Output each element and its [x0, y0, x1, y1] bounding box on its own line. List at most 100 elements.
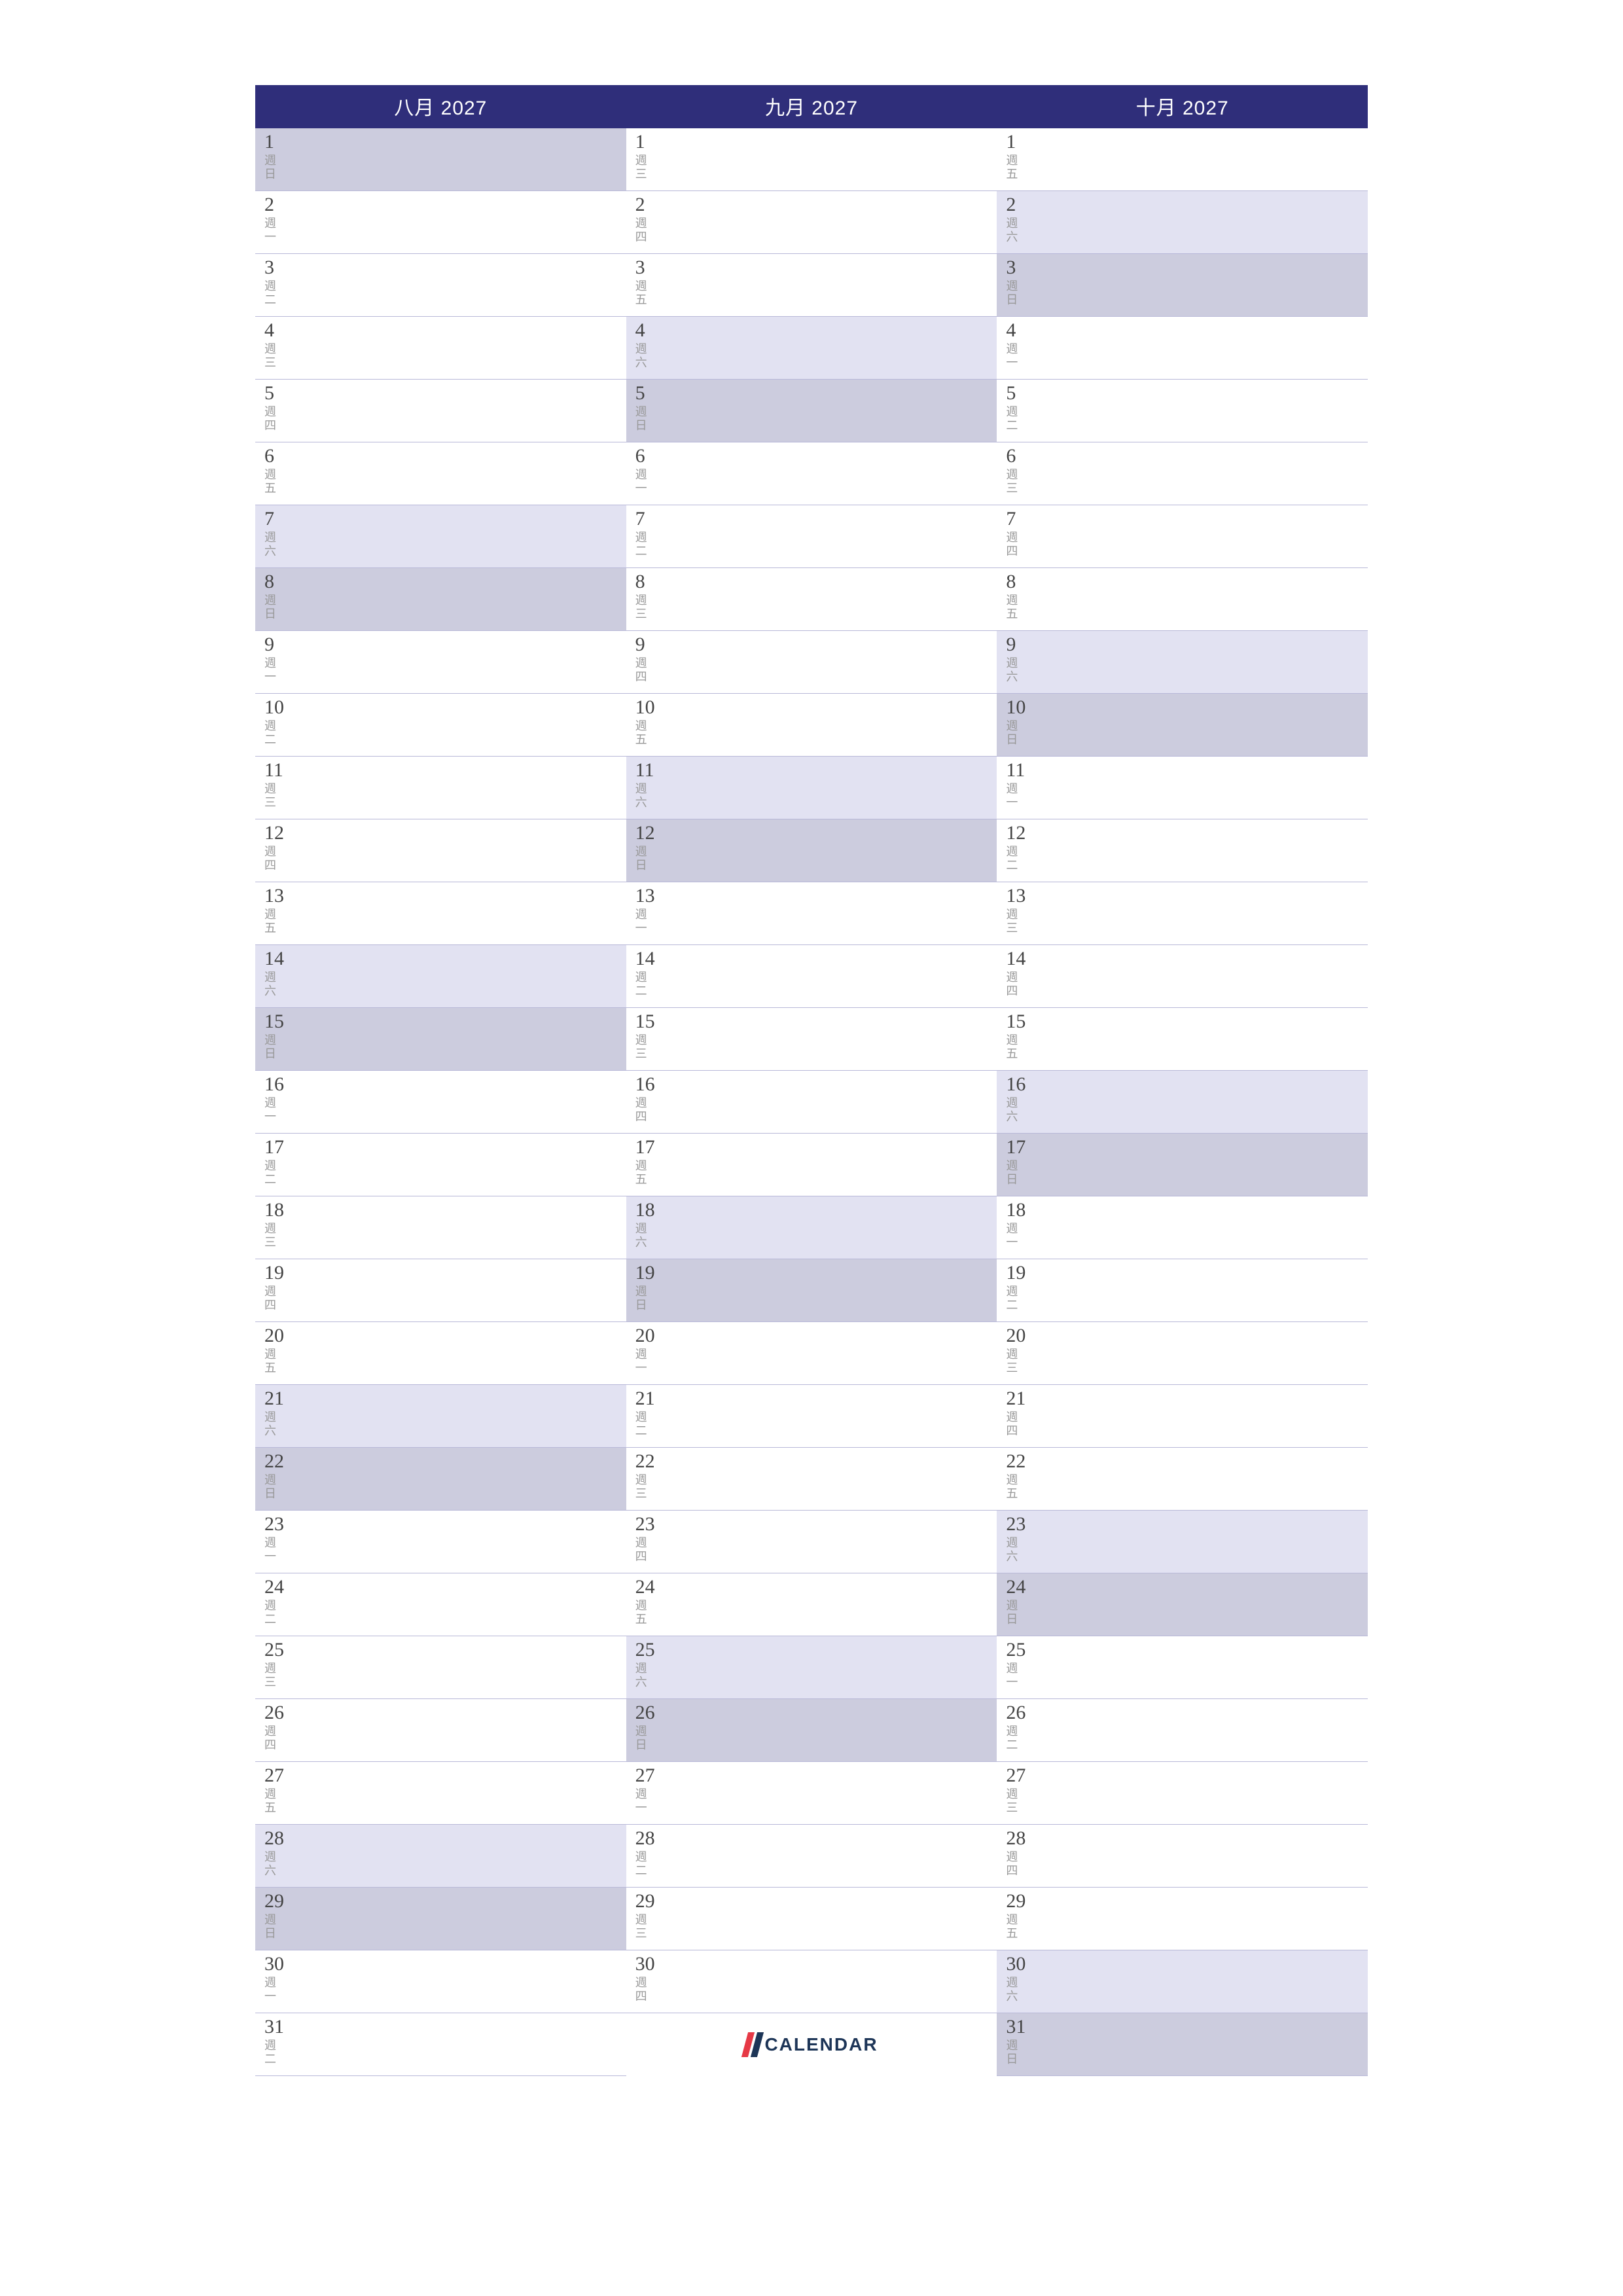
day-cell: 9週 一	[255, 631, 626, 694]
weekday-label: 週 一	[1006, 342, 1368, 369]
logo-cell: CALENDAR	[626, 2013, 997, 2076]
day-number: 26	[264, 1702, 626, 1723]
day-cell: 25週 一	[997, 1636, 1368, 1699]
weekday-label: 週 一	[264, 1536, 626, 1563]
weekday-label: 週 三	[635, 1913, 997, 1940]
day-cell: 11週 三	[255, 757, 626, 819]
day-number: 9	[1006, 634, 1368, 655]
day-cell: 23週 六	[997, 1511, 1368, 1573]
day-number: 4	[1006, 319, 1368, 341]
weekday-label: 週 二	[264, 1159, 626, 1186]
weekday-label: 週 三	[1006, 908, 1368, 935]
weekday-label: 週 二	[264, 279, 626, 306]
day-cell: 31週 二	[255, 2013, 626, 2076]
day-number: 14	[635, 948, 997, 969]
day-number: 24	[264, 1576, 626, 1598]
day-cell: 3週 日	[997, 254, 1368, 317]
day-number: 13	[264, 885, 626, 906]
day-number: 8	[635, 571, 997, 592]
day-cell: 21週 二	[626, 1385, 997, 1448]
weekday-label: 週 六	[1006, 1976, 1368, 2003]
day-number: 10	[264, 696, 626, 718]
day-cell: 14週 六	[255, 945, 626, 1008]
day-cell: 2週 一	[255, 191, 626, 254]
weekday-label: 週 六	[264, 1410, 626, 1437]
day-number: 23	[264, 1513, 626, 1535]
day-number: 25	[1006, 1639, 1368, 1660]
day-number: 16	[1006, 1073, 1368, 1095]
weekday-label: 週 三	[264, 1222, 626, 1249]
day-number: 26	[635, 1702, 997, 1723]
day-cell: 16週 六	[997, 1071, 1368, 1134]
weekday-label: 週 一	[635, 468, 997, 495]
day-cell: 9週 六	[997, 631, 1368, 694]
day-number: 6	[264, 445, 626, 467]
weekday-label: 週 四	[635, 1536, 997, 1563]
day-cell: 13週 五	[255, 882, 626, 945]
day-number: 14	[1006, 948, 1368, 969]
month-column: 九月 20271週 三2週 四3週 五4週 六5週 日6週 一7週 二8週 三9…	[626, 85, 997, 2076]
day-cell: 4週 三	[255, 317, 626, 380]
calendar-logo: CALENDAR	[745, 2032, 878, 2057]
month-header: 八月 2027	[255, 85, 626, 128]
day-number: 28	[264, 1827, 626, 1849]
day-number: 21	[635, 1388, 997, 1409]
weekday-label: 週 三	[635, 1033, 997, 1060]
weekday-label: 週 五	[635, 279, 997, 306]
weekday-label: 週 一	[264, 656, 626, 683]
day-number: 3	[635, 257, 997, 278]
day-number: 29	[1006, 1890, 1368, 1912]
day-number: 11	[635, 759, 997, 781]
day-number: 18	[264, 1199, 626, 1221]
weekday-label: 週 四	[264, 845, 626, 872]
day-number: 2	[635, 194, 997, 215]
weekday-label: 週 三	[635, 594, 997, 620]
day-cell: 22週 五	[997, 1448, 1368, 1511]
day-cell: 17週 日	[997, 1134, 1368, 1196]
day-cell: 13週 一	[626, 882, 997, 945]
weekday-label: 週 四	[635, 1976, 997, 2003]
weekday-label: 週 五	[635, 1159, 997, 1186]
day-number: 6	[635, 445, 997, 467]
day-cell: 20週 三	[997, 1322, 1368, 1385]
day-cell: 27週 三	[997, 1762, 1368, 1825]
day-cell: 30週 四	[626, 1950, 997, 2013]
weekday-label: 週 四	[1006, 531, 1368, 558]
day-cell: 24週 二	[255, 1573, 626, 1636]
weekday-label: 週 日	[635, 405, 997, 432]
month-header: 九月 2027	[626, 85, 997, 128]
weekday-label: 週 一	[635, 1787, 997, 1814]
weekday-label: 週 日	[264, 1473, 626, 1500]
weekday-label: 週 六	[635, 342, 997, 369]
day-cell: 24週 五	[626, 1573, 997, 1636]
day-cell: 6週 五	[255, 442, 626, 505]
day-cell: 28週 六	[255, 1825, 626, 1888]
day-cell: 8週 五	[997, 568, 1368, 631]
day-cell: 17週 五	[626, 1134, 997, 1196]
weekday-label: 週 日	[264, 1913, 626, 1940]
day-cell: 25週 六	[626, 1636, 997, 1699]
day-number: 6	[1006, 445, 1368, 467]
weekday-label: 週 一	[264, 1976, 626, 2003]
day-number: 25	[264, 1639, 626, 1660]
day-cell: 10週 五	[626, 694, 997, 757]
day-cell: 5週 四	[255, 380, 626, 442]
day-number: 12	[635, 822, 997, 844]
day-cell: 5週 日	[626, 380, 997, 442]
day-cell: 14週 二	[626, 945, 997, 1008]
day-cell: 13週 三	[997, 882, 1368, 945]
weekday-label: 週 六	[264, 1850, 626, 1877]
day-number: 12	[264, 822, 626, 844]
weekday-label: 週 三	[1006, 1348, 1368, 1374]
day-number: 28	[635, 1827, 997, 1849]
weekday-label: 週 二	[1006, 845, 1368, 872]
day-number: 1	[1006, 131, 1368, 152]
day-number: 30	[635, 1953, 997, 1975]
day-number: 22	[264, 1450, 626, 1472]
day-cell: 11週 六	[626, 757, 997, 819]
weekday-label: 週 六	[635, 1662, 997, 1689]
day-number: 9	[635, 634, 997, 655]
day-cell: 20週 五	[255, 1322, 626, 1385]
day-cell: 19週 二	[997, 1259, 1368, 1322]
day-cell: 15週 三	[626, 1008, 997, 1071]
